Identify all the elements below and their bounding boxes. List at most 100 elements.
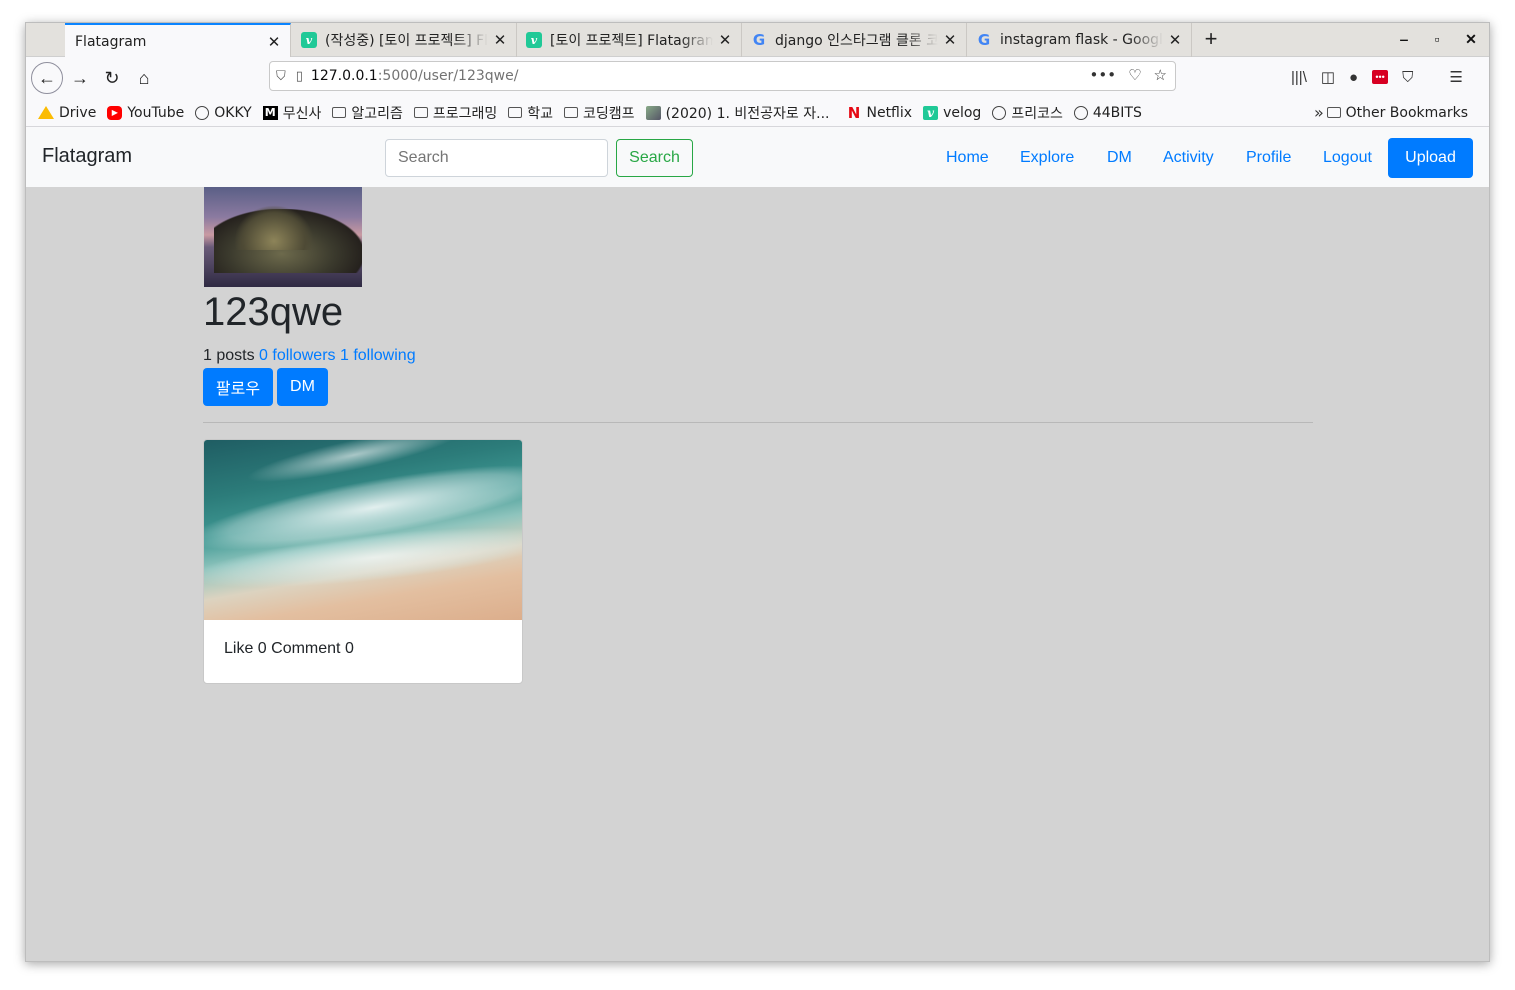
new-tab-button[interactable]: +: [1197, 26, 1225, 54]
library-icon[interactable]: |||\: [1291, 69, 1307, 86]
bookmark-musinsa[interactable]: M 무신사: [262, 103, 322, 123]
bookmark-blog-post[interactable]: (2020) 1. 비전공자로 자...: [645, 103, 830, 123]
divider: [203, 422, 1313, 423]
lastpass-icon[interactable]: •••: [1372, 70, 1389, 84]
folder-icon: [332, 107, 347, 118]
follow-button[interactable]: 팔로우: [203, 368, 273, 406]
maximize-icon[interactable]: ▫: [1429, 31, 1445, 47]
navigation-toolbar: ← → ↻ ⌂ ⛉ ▯ 127.0.0.1 :5000/user/123qwe/…: [26, 57, 1489, 99]
bookmark-algorithm[interactable]: 알고리즘: [332, 103, 403, 123]
upload-button[interactable]: Upload: [1388, 138, 1473, 178]
brand-logo[interactable]: Flatagram: [42, 145, 132, 168]
other-bookmarks[interactable]: Other Bookmarks: [1326, 104, 1468, 121]
search-button[interactable]: Search: [616, 139, 693, 177]
bookmark-label: 프리코스: [1011, 105, 1063, 122]
post-card[interactable]: Like 0 Comment 0: [203, 439, 523, 684]
followers-link[interactable]: 0 followers: [259, 347, 335, 364]
bookmark-coding-camp[interactable]: 코딩캠프: [564, 103, 635, 123]
close-icon[interactable]: ✕: [942, 31, 958, 49]
tab-velog-draft[interactable]: v (작성중) [토이 프로젝트] Fl ✕: [291, 23, 517, 57]
forward-button[interactable]: →: [64, 62, 96, 94]
tab-title: Flatagram: [75, 33, 147, 50]
reload-button[interactable]: ↻: [96, 62, 128, 94]
tab-google-flask[interactable]: G instagram flask - Google ✕: [966, 23, 1192, 57]
bookmark-label: 코딩캠프: [583, 105, 635, 122]
tab-title: instagram flask - Google: [1000, 32, 1163, 48]
bookmark-okky[interactable]: OKKY: [195, 104, 252, 121]
more-actions-icon[interactable]: •••: [1090, 66, 1117, 84]
youtube-icon: ▶: [107, 105, 123, 120]
bookmark-precourse[interactable]: 프리코스: [992, 103, 1063, 123]
post-stats: Like 0 Comment 0: [224, 640, 354, 657]
globe-icon: [992, 105, 1007, 120]
page-content: Flatagram Search Home Explore DM Activit…: [26, 128, 1489, 961]
following-link[interactable]: 1 following: [340, 347, 416, 364]
nav-logout[interactable]: Logout: [1323, 149, 1372, 167]
folder-icon: [413, 107, 428, 118]
nav-dm[interactable]: DM: [1107, 149, 1132, 167]
drive-icon: [38, 106, 54, 119]
tab-flatagram[interactable]: Flatagram ✕: [65, 23, 291, 58]
bookmark-label: (2020) 1. 비전공자로 자...: [665, 105, 830, 122]
bookmark-star-icon[interactable]: ☆: [1154, 66, 1167, 84]
bookmark-label: Drive: [59, 104, 97, 121]
bookmark-school[interactable]: 학교: [508, 103, 553, 123]
chevron-right-icon[interactable]: »: [1314, 103, 1324, 122]
bookmark-velog[interactable]: v velog: [923, 105, 981, 121]
bookmark-label: 무신사: [282, 105, 322, 122]
profile-avatar: [204, 187, 362, 287]
shield-icon[interactable]: ⛉: [276, 69, 286, 84]
close-icon[interactable]: ✕: [717, 31, 733, 49]
folder-icon: [1326, 107, 1341, 118]
shield-extension-icon[interactable]: ⛉: [1402, 69, 1413, 86]
nav-home[interactable]: Home: [946, 149, 989, 167]
tab-velog-post[interactable]: v [토이 프로젝트] Flatagram ✕: [516, 23, 742, 57]
globe-icon: [1073, 105, 1088, 120]
sidebar-icon[interactable]: ◫: [1321, 68, 1335, 86]
bookmark-label: Other Bookmarks: [1345, 104, 1468, 121]
bookmark-programming[interactable]: 프로그래밍: [413, 103, 498, 123]
musinsa-icon: M: [262, 105, 278, 120]
url-host: 127.0.0.1: [310, 68, 378, 84]
nav-activity[interactable]: Activity: [1163, 149, 1214, 167]
bookmark-44bits[interactable]: 44BITS: [1073, 105, 1142, 121]
bookmark-label: Netflix: [866, 104, 913, 121]
search-input[interactable]: [385, 139, 608, 177]
bookmark-netflix[interactable]: N Netflix: [846, 104, 913, 122]
home-button[interactable]: ⌂: [128, 62, 160, 94]
nav-explore[interactable]: Explore: [1020, 149, 1074, 167]
close-icon[interactable]: ✕: [1167, 31, 1183, 49]
bookmark-youtube[interactable]: ▶ YouTube: [107, 105, 184, 121]
tab-title: django 인스타그램 클론 코: [775, 33, 938, 49]
url-bar[interactable]: ⛉ ▯ 127.0.0.1 :5000/user/123qwe/ ••• ♡ ☆: [269, 61, 1176, 91]
google-icon: G: [977, 31, 991, 49]
close-icon[interactable]: ✕: [266, 33, 282, 51]
bookmarks-toolbar: Drive ▶ YouTube OKKY M 무신사 알고리즘 프로그래밍 학교 코…: [26, 99, 1489, 127]
bookmark-label: YouTube: [127, 104, 185, 121]
back-button[interactable]: ←: [31, 62, 63, 94]
bookmark-label: OKKY: [214, 104, 252, 121]
nav-profile[interactable]: Profile: [1246, 149, 1291, 167]
close-window-icon[interactable]: ✕: [1463, 31, 1479, 48]
close-icon[interactable]: ✕: [492, 31, 508, 49]
bookmark-label: 프로그래밍: [432, 105, 498, 122]
tab-google-django[interactable]: G django 인스타그램 클론 코 ✕: [741, 23, 967, 57]
account-icon[interactable]: ●: [1349, 69, 1358, 86]
pocket-icon[interactable]: ♡: [1128, 66, 1141, 84]
posts-count: 1 posts: [203, 347, 255, 364]
post-image[interactable]: [204, 440, 522, 620]
page-icon: ▯: [295, 68, 303, 84]
menu-icon[interactable]: ☰: [1449, 68, 1462, 86]
google-icon: G: [752, 31, 766, 49]
url-path: :5000/user/123qwe/: [377, 68, 519, 84]
velog-icon: v: [301, 32, 317, 48]
minimize-icon[interactable]: ‒: [1396, 31, 1412, 47]
profile-stats: 1 posts 0 followers 1 following: [203, 347, 416, 365]
bookmark-drive[interactable]: Drive: [38, 105, 96, 121]
bookmark-label: 학교: [527, 105, 554, 122]
browser-window: Flatagram ✕ v (작성중) [토이 프로젝트] Fl ✕ v [토이…: [25, 22, 1490, 962]
bookmark-label: 알고리즘: [351, 105, 403, 122]
folder-icon: [564, 107, 579, 118]
dm-button[interactable]: DM: [277, 368, 328, 406]
folder-icon: [508, 107, 523, 118]
